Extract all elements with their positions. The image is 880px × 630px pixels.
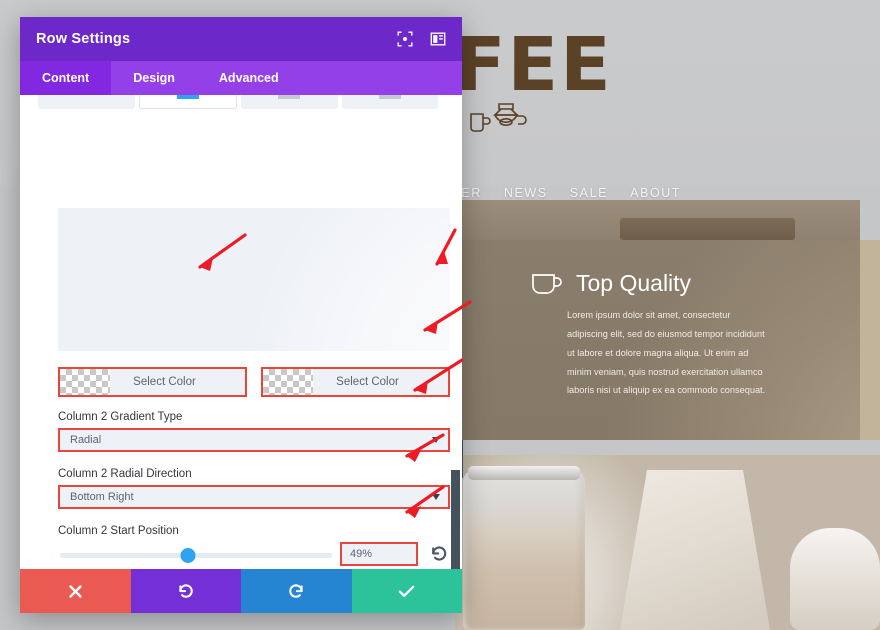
modal-header-actions bbox=[397, 31, 446, 47]
undo-icon bbox=[179, 583, 194, 598]
modal-header: Row Settings bbox=[20, 17, 462, 61]
segment-1[interactable] bbox=[38, 95, 135, 109]
segment-4[interactable] bbox=[341, 95, 438, 109]
modal-scrollbar[interactable] bbox=[451, 470, 460, 569]
focus-target-icon[interactable] bbox=[397, 31, 413, 47]
select-color-button-1[interactable]: Select Color bbox=[58, 367, 247, 397]
label-start-position: Column 2 Start Position bbox=[58, 525, 179, 537]
tab-design[interactable]: Design bbox=[111, 61, 197, 95]
background-photo-cup bbox=[790, 528, 880, 630]
segment-3[interactable] bbox=[241, 95, 338, 109]
nav-item-sale[interactable]: SALE bbox=[570, 186, 608, 200]
layout-panel-icon[interactable] bbox=[430, 31, 446, 47]
segment-2[interactable] bbox=[138, 95, 237, 109]
redo-button[interactable] bbox=[241, 569, 352, 613]
modal-title: Row Settings bbox=[36, 31, 131, 47]
gradient-preview bbox=[58, 208, 450, 351]
feature-panel-edge bbox=[860, 240, 880, 440]
browser-viewport: FEE RDER NEWS SALE ABOUT Top Quality bbox=[0, 0, 880, 630]
feature-body-text: Lorem ipsum dolor sit amet, consectetur … bbox=[567, 310, 766, 396]
label-radial-direction: Column 2 Radial Direction bbox=[58, 468, 192, 480]
input-start-position-value: 49% bbox=[350, 548, 373, 560]
background-photo-jar bbox=[463, 470, 585, 630]
label-gradient-type: Column 2 Gradient Type bbox=[58, 411, 183, 423]
background-photo-jar-lid bbox=[468, 466, 580, 480]
redo-icon bbox=[288, 583, 303, 598]
save-button[interactable] bbox=[351, 569, 462, 613]
tab-advanced[interactable]: Advanced bbox=[197, 61, 301, 95]
nav-item-news[interactable]: NEWS bbox=[504, 186, 548, 200]
tab-content[interactable]: Content bbox=[20, 61, 112, 95]
segment-active-indicator bbox=[176, 95, 199, 99]
select-color-label: Select Color bbox=[133, 376, 196, 388]
undo-button[interactable] bbox=[130, 569, 241, 613]
modal-footer bbox=[20, 569, 462, 613]
transparency-swatch-icon bbox=[60, 369, 110, 395]
row-settings-modal: Row Settings Content Design Advanced Sel… bbox=[20, 17, 462, 613]
input-start-position[interactable]: 49% bbox=[340, 542, 418, 566]
background-photo-shelf bbox=[620, 218, 795, 240]
feature-panel: Top Quality Lorem ipsum dolor sit amet, … bbox=[455, 240, 860, 440]
feature-heading-row: Top Quality bbox=[530, 270, 691, 297]
select-radial-direction[interactable]: Bottom Right bbox=[58, 485, 450, 509]
transparency-swatch-icon bbox=[263, 369, 313, 395]
select-radial-direction-value: Bottom Right bbox=[70, 491, 134, 503]
responsive-button-group[interactable] bbox=[38, 95, 438, 109]
color-select-row: Select Color Select Color bbox=[58, 367, 450, 397]
site-navigation[interactable]: RDER NEWS SALE ABOUT bbox=[440, 186, 681, 200]
slider-start-position[interactable] bbox=[60, 548, 332, 563]
segment-indicator bbox=[278, 95, 301, 99]
segment-indicator bbox=[378, 95, 401, 99]
select-gradient-type-value: Radial bbox=[70, 434, 102, 446]
close-icon bbox=[69, 584, 82, 598]
modal-tabs: Content Design Advanced bbox=[20, 61, 462, 95]
slider-thumb[interactable] bbox=[180, 548, 196, 563]
select-color-button-2[interactable]: Select Color bbox=[261, 367, 450, 397]
cancel-button[interactable] bbox=[20, 569, 131, 613]
chevron-down-icon bbox=[432, 494, 440, 500]
site-logo: FEE bbox=[455, 22, 613, 108]
checkmark-icon bbox=[399, 585, 415, 597]
modal-body: Select Color Select Color Column 2 Gradi… bbox=[20, 95, 462, 569]
coffee-pot-icon bbox=[470, 103, 527, 132]
select-gradient-type[interactable]: Radial bbox=[58, 428, 450, 452]
coffee-cup-icon bbox=[532, 273, 562, 294]
chevron-down-icon bbox=[432, 437, 440, 443]
reset-icon[interactable] bbox=[430, 545, 448, 563]
feature-title: Top Quality bbox=[576, 270, 692, 296]
nav-item-about[interactable]: ABOUT bbox=[630, 186, 681, 200]
select-color-label: Select Color bbox=[336, 376, 399, 388]
